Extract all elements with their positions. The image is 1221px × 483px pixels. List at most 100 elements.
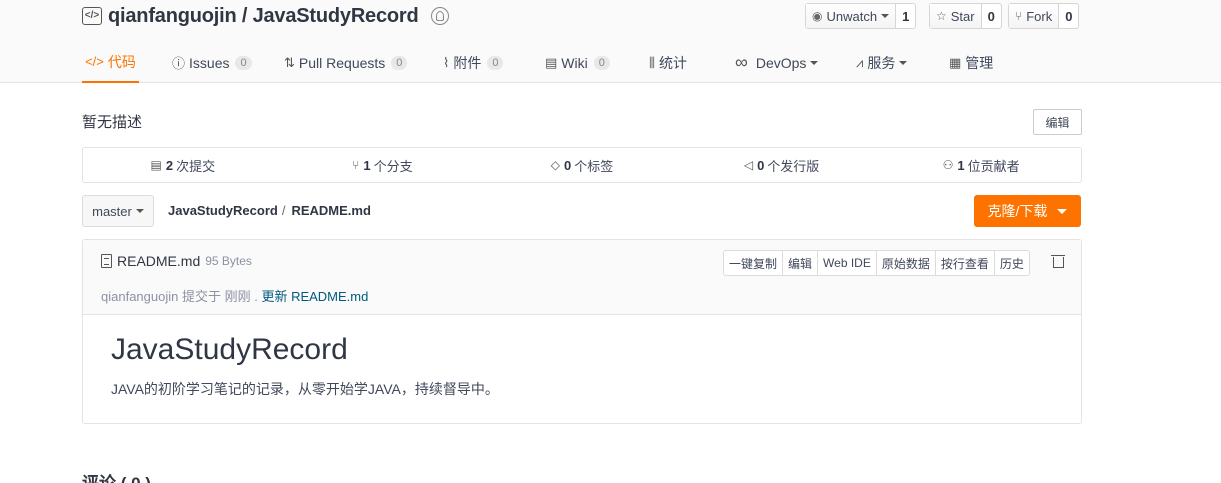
edit-file-button[interactable]: 编辑 <box>783 251 819 275</box>
book-icon: ▤ <box>545 54 558 70</box>
tab-devops[interactable]: ∞ DevOps <box>735 42 819 83</box>
chevron-down-icon <box>899 60 908 65</box>
clone-download-button[interactable]: 克隆/下载 <box>974 195 1081 227</box>
commits-label: 次提交 <box>176 158 216 174</box>
trash-icon[interactable] <box>1051 253 1065 269</box>
watch-count[interactable]: 1 <box>896 4 915 28</box>
tags-count: 0 <box>563 157 572 173</box>
tab-issues[interactable]: ⓘ Issues 0 <box>172 42 252 83</box>
releases-label: 个发行版 <box>767 158 820 174</box>
tab-manage-label: 管理 <box>965 54 994 71</box>
file-size: 95 Bytes <box>205 254 252 268</box>
stat-branches[interactable]: ⑂ 1 个分支 <box>283 148 483 182</box>
tab-issues-label: Issues <box>189 54 230 71</box>
tab-wiki-label: Wiki <box>561 54 588 71</box>
fork-button-group[interactable]: ⑂ Fork 0 <box>1008 3 1080 29</box>
stat-contributors[interactable]: ⚇ 1 位贡献者 <box>881 148 1081 182</box>
info-icon: ⓘ <box>172 56 186 71</box>
edit-description-button[interactable]: 编辑 <box>1033 109 1082 135</box>
branch-select-label: master <box>92 203 132 219</box>
breadcrumb-repo-link[interactable]: JavaStudyRecord <box>168 203 278 218</box>
breadcrumb-separator: / <box>281 203 286 218</box>
clone-download-label: 克隆/下载 <box>987 203 1048 219</box>
tags-label: 个标签 <box>574 158 614 174</box>
star-icon: ☆ <box>936 9 947 23</box>
file-viewer: README.md 95 Bytes qianfanguojin 提交于 刚刚 … <box>82 239 1082 424</box>
tab-attachments[interactable]: ⌇ 附件 0 <box>443 42 504 83</box>
star-button-group[interactable]: ☆ Star 0 <box>929 3 1002 29</box>
graph-icon: ⫼ <box>649 54 655 70</box>
fork-label: Fork <box>1026 8 1053 24</box>
tab-code[interactable]: </> 代码 <box>82 42 139 83</box>
file-toolbar: 一键复制 编辑 Web IDE 原始数据 按行查看 历史 <box>723 250 1030 276</box>
contributors-icon: ⚇ <box>942 158 954 172</box>
commit-author[interactable]: qianfanguojin <box>101 289 178 304</box>
unwatch-label: Unwatch <box>826 8 878 24</box>
tab-pull-requests-label: Pull Requests <box>298 54 386 71</box>
chevron-down-icon <box>881 14 890 18</box>
contributors-label: 位贡献者 <box>967 158 1020 174</box>
repo-name[interactable]: qianfanguojin / JavaStudyRecord <box>108 5 419 28</box>
attachments-count: 0 <box>487 55 504 70</box>
chevron-down-icon <box>135 209 144 213</box>
repo-code-icon: </> <box>82 7 102 25</box>
tab-manage[interactable]: ▦ 管理 <box>949 42 993 83</box>
badge-icon[interactable] <box>430 7 449 25</box>
stat-tags[interactable]: ◇ 0 个标签 <box>482 148 682 182</box>
tab-stats[interactable]: ⫼ 统计 <box>649 42 687 83</box>
tab-attachments-label: 附件 <box>453 54 482 71</box>
fork-count[interactable]: 0 <box>1059 4 1078 28</box>
code-icon: </> <box>85 54 104 69</box>
branch-icon: ⑂ <box>352 158 360 172</box>
readme-paragraph: JAVA的初阶学习笔记的记录，从零开始学JAVA，持续督导中。 <box>111 381 499 397</box>
branches-label: 个分支 <box>373 158 413 174</box>
fork-button[interactable]: ⑂ Fork <box>1009 4 1060 28</box>
tab-pull-requests[interactable]: ⇅ Pull Requests 0 <box>284 42 408 83</box>
stat-commits[interactable]: ▤ 2 次提交 <box>83 148 283 182</box>
repo-header: </> qianfanguojin / JavaStudyRecord ◉ Un… <box>0 0 1221 83</box>
chevron-down-icon <box>810 60 819 65</box>
last-commit-info: qianfanguojin 提交于 刚刚 . 更新 README.md <box>101 286 368 305</box>
star-label: Star <box>950 8 975 24</box>
release-icon: ◁ <box>743 158 754 172</box>
commit-message-link[interactable]: 更新 README.md <box>261 289 368 304</box>
star-count[interactable]: 0 <box>982 4 1001 28</box>
comments-heading: 评论 ( 0 ) <box>82 469 151 483</box>
watch-button-group[interactable]: ◉ Unwatch 1 <box>805 3 917 29</box>
raw-button[interactable]: 原始数据 <box>877 251 936 275</box>
releases-count: 0 <box>757 157 765 173</box>
star-button[interactable]: ☆ Star <box>930 4 982 28</box>
contributors-count: 1 <box>957 157 965 173</box>
branch-select[interactable]: master <box>82 195 154 227</box>
breadcrumb: JavaStudyRecord / README.md <box>168 203 371 218</box>
tab-code-label: 代码 <box>107 53 136 70</box>
issues-count: 0 <box>235 55 252 70</box>
fork-icon: ⑂ <box>1015 9 1023 23</box>
paperclip-icon: ⌇ <box>443 54 450 70</box>
file-title: README.md 95 Bytes <box>101 253 252 269</box>
tab-services[interactable]: ⩘ 服务 <box>856 42 908 83</box>
commit-time: 提交于 刚刚 . <box>181 289 258 304</box>
repo-title: </> qianfanguojin / JavaStudyRecord <box>82 4 449 28</box>
file-header: README.md 95 Bytes qianfanguojin 提交于 刚刚 … <box>83 240 1081 315</box>
unwatch-button[interactable]: ◉ Unwatch <box>806 4 897 28</box>
file-name: README.md <box>117 253 201 269</box>
tab-services-label: 服务 <box>867 54 896 71</box>
tab-devops-label: DevOps <box>755 54 807 71</box>
settings-doc-icon: ▦ <box>949 54 962 70</box>
pull-request-icon: ⇅ <box>284 54 295 70</box>
breadcrumb-file: README.md <box>291 203 371 218</box>
branches-count: 1 <box>363 157 371 173</box>
copy-button[interactable]: 一键复制 <box>724 251 784 275</box>
repo-stats-bar: ▤ 2 次提交 ⑂ 1 个分支 ◇ 0 个标签 ◁ 0 个发行版 ⚇ 1 位贡献… <box>82 147 1082 183</box>
stat-releases[interactable]: ◁ 0 个发行版 <box>682 148 882 182</box>
tab-wiki[interactable]: ▤ Wiki 0 <box>545 42 610 83</box>
commits-count: 2 <box>165 157 174 173</box>
history-button[interactable]: 历史 <box>995 251 1029 275</box>
blame-button[interactable]: 按行查看 <box>936 251 995 275</box>
web-ide-button[interactable]: Web IDE <box>818 251 877 275</box>
repo-description: 暂无描述 <box>82 114 143 131</box>
chevron-down-icon <box>1057 208 1068 214</box>
pulse-icon: ⩘ <box>856 54 864 70</box>
commit-icon: ▤ <box>150 158 162 172</box>
